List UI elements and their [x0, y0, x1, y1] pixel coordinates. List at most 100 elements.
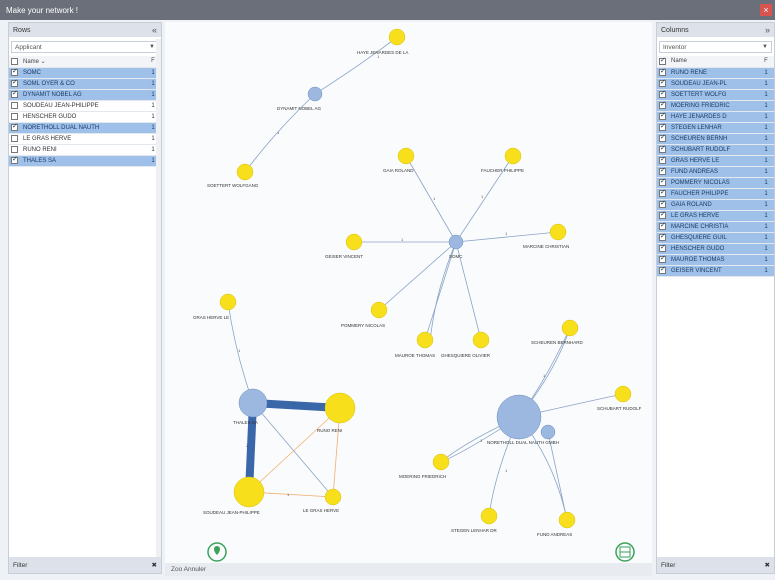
- row-checkbox-cell[interactable]: [9, 89, 21, 101]
- table-row[interactable]: FAUCHER PHILIPPE1: [657, 188, 774, 200]
- node-mauroe[interactable]: [416, 331, 434, 349]
- row-checkbox-cell[interactable]: [657, 243, 669, 255]
- f-column-header[interactable]: F: [758, 56, 774, 68]
- row-checkbox-cell[interactable]: [657, 122, 669, 134]
- row-checkbox[interactable]: [11, 155, 18, 164]
- table-row[interactable]: HENSCHER GUDO1: [657, 243, 774, 255]
- row-checkbox[interactable]: [11, 67, 18, 76]
- row-checkbox[interactable]: [659, 265, 666, 274]
- row-checkbox-cell[interactable]: [657, 111, 669, 123]
- table-row[interactable]: GRAS HERVE LE1: [657, 155, 774, 167]
- row-checkbox-cell[interactable]: [657, 265, 669, 277]
- row-checkbox[interactable]: [11, 134, 18, 142]
- row-checkbox-cell[interactable]: [657, 177, 669, 189]
- row-checkbox[interactable]: [659, 67, 666, 76]
- row-checkbox[interactable]: [11, 89, 18, 98]
- name-column-header[interactable]: Name ⌄: [21, 56, 145, 68]
- table-row[interactable]: SOUDEAU JEAN-PHILIPPE 1: [9, 100, 161, 112]
- row-checkbox[interactable]: [659, 166, 666, 175]
- row-checkbox-cell[interactable]: [657, 100, 669, 112]
- row-checkbox[interactable]: [659, 78, 666, 87]
- node-noretholl[interactable]: [496, 394, 542, 440]
- node-dynamit[interactable]: [307, 86, 323, 102]
- rows-scrollbar[interactable]: [156, 39, 161, 557]
- select-all-checkbox[interactable]: [657, 56, 669, 68]
- node-moering[interactable]: [432, 453, 450, 471]
- table-row[interactable]: GHESQUIERE GUIL1: [657, 232, 774, 244]
- node-le-gras[interactable]: [324, 488, 342, 506]
- node-gaia[interactable]: [397, 147, 415, 165]
- row-checkbox-cell[interactable]: [657, 67, 669, 79]
- node-marcine[interactable]: [549, 223, 567, 241]
- graph-nodes[interactable]: [219, 28, 632, 529]
- close-filter-icon[interactable]: ✖: [765, 561, 770, 569]
- row-checkbox[interactable]: [659, 111, 666, 120]
- node-gras-herve-le[interactable]: [219, 293, 237, 311]
- node-schubart[interactable]: [614, 385, 632, 403]
- table-row[interactable]: FUND ANDREAS1: [657, 166, 774, 178]
- row-checkbox[interactable]: [659, 122, 666, 131]
- name-column-header[interactable]: Name: [669, 56, 758, 68]
- row-checkbox-cell[interactable]: [657, 144, 669, 156]
- row-checkbox-cell[interactable]: [9, 78, 21, 90]
- network-canvas[interactable]: 1 1 1 1 1 1 1 2 2 1 1 1 1 HAYE JENARDES …: [165, 22, 652, 574]
- row-checkbox-cell[interactable]: [9, 122, 21, 134]
- table-row[interactable]: SCHUBART RUDOLF1: [657, 144, 774, 156]
- row-checkbox-cell[interactable]: [657, 188, 669, 200]
- row-checkbox-cell[interactable]: [657, 199, 669, 211]
- table-row[interactable]: NORETHOLL DUAL NAUTH1: [9, 122, 161, 134]
- select-all-checkbox-box[interactable]: [11, 57, 18, 65]
- location-pin-icon[interactable]: [207, 542, 227, 562]
- row-checkbox-cell[interactable]: [9, 111, 21, 123]
- node-haye[interactable]: [388, 28, 406, 46]
- row-checkbox[interactable]: [11, 145, 18, 153]
- node-runo[interactable]: [324, 392, 356, 424]
- row-checkbox-cell[interactable]: [657, 210, 669, 222]
- row-checkbox[interactable]: [659, 188, 666, 197]
- row-checkbox[interactable]: [659, 210, 666, 219]
- row-checkbox[interactable]: [659, 177, 666, 186]
- table-row[interactable]: MARCINE CHRISTIA1: [657, 221, 774, 233]
- node-soettert[interactable]: [236, 163, 254, 181]
- columns-type-select[interactable]: Inventor ▼: [659, 41, 772, 53]
- table-row[interactable]: MOERING FRIEDRIC1: [657, 100, 774, 112]
- close-filter-icon[interactable]: ✖: [152, 561, 157, 569]
- node-stegen[interactable]: [480, 507, 498, 525]
- row-checkbox[interactable]: [659, 243, 666, 252]
- table-row[interactable]: LE GRAS HERVE1: [9, 133, 161, 145]
- node-pommery[interactable]: [370, 301, 388, 319]
- row-checkbox-cell[interactable]: [9, 67, 21, 79]
- row-checkbox[interactable]: [11, 122, 18, 131]
- row-checkbox[interactable]: [11, 78, 18, 87]
- table-row[interactable]: GEISER VINCENT1: [657, 265, 774, 277]
- node-scheuren[interactable]: [561, 319, 579, 337]
- node-somc[interactable]: [448, 234, 464, 250]
- table-row[interactable]: SOMC1: [9, 67, 161, 79]
- row-checkbox-cell[interactable]: [9, 133, 21, 145]
- node-geiser[interactable]: [345, 233, 363, 251]
- network-icon[interactable]: [615, 542, 635, 562]
- row-checkbox-cell[interactable]: [657, 232, 669, 244]
- close-icon[interactable]: ×: [760, 4, 772, 16]
- table-row[interactable]: SOETTERT WOLFG1: [657, 89, 774, 101]
- row-checkbox-cell[interactable]: [657, 221, 669, 233]
- node-ghesquiere[interactable]: [472, 331, 490, 349]
- table-row[interactable]: DYNAMIT NOBEL AG1: [9, 89, 161, 101]
- row-checkbox-cell[interactable]: [657, 166, 669, 178]
- select-all-checkbox[interactable]: [9, 56, 21, 68]
- table-row[interactable]: HENSCHER GUDO1: [9, 111, 161, 123]
- row-checkbox-cell[interactable]: [657, 155, 669, 167]
- row-checkbox-cell[interactable]: [9, 144, 21, 156]
- select-all-checkbox-box[interactable]: [659, 56, 666, 65]
- table-row[interactable]: LE GRAS HERVE1: [657, 210, 774, 222]
- row-checkbox[interactable]: [659, 144, 666, 153]
- node-noretholl-2[interactable]: [540, 424, 556, 440]
- node-thales[interactable]: [238, 388, 268, 418]
- node-soudeau[interactable]: [233, 476, 265, 508]
- row-checkbox[interactable]: [659, 221, 666, 230]
- row-checkbox[interactable]: [659, 232, 666, 241]
- row-checkbox-cell[interactable]: [657, 78, 669, 90]
- row-checkbox-cell[interactable]: [9, 155, 21, 167]
- table-row[interactable]: SOUDEAU JEAN-PL1: [657, 78, 774, 90]
- row-checkbox-cell[interactable]: [657, 254, 669, 266]
